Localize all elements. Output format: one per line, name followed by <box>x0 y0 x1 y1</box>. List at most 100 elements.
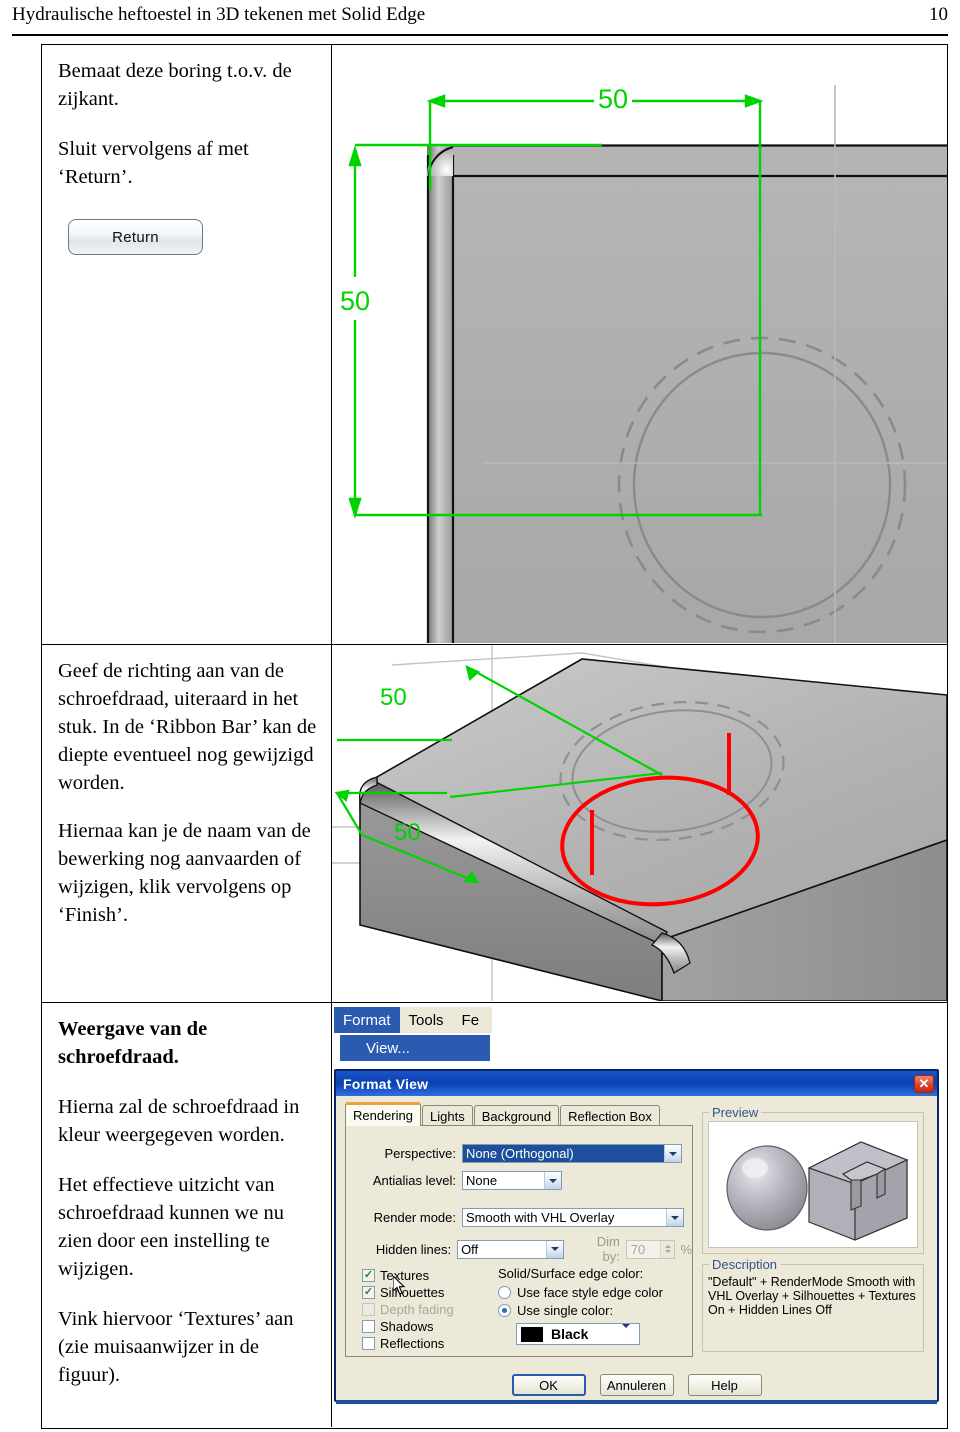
menu-dropdown-format[interactable]: View... <box>340 1035 490 1061</box>
radio-circle-icon <box>498 1304 511 1317</box>
dim-by-spinner[interactable]: 70 <box>625 1239 676 1259</box>
instruction-paragraph: Het effectieve uitzicht van schroefdraad… <box>58 1174 284 1280</box>
radio-label: Use single color: <box>517 1303 614 1318</box>
edge-color-combobox[interactable]: Black <box>516 1323 640 1345</box>
dimension-label-horizontal: 50 <box>598 84 628 114</box>
tab-lights[interactable]: Lights <box>422 1105 473 1126</box>
checkbox-reflections[interactable]: Reflections <box>362 1336 454 1351</box>
top-view-cad-svg: 50 50 <box>340 84 947 643</box>
antialias-value: None <box>466 1173 498 1188</box>
chevron-down-icon[interactable] <box>622 1324 639 1344</box>
rendering-tab-panel: Perspective: None (Orthogonal) Antialias… <box>345 1125 693 1357</box>
table-row: Weergave van de schroefdraad. Hierna zal… <box>42 1003 947 1427</box>
description-text: "Default" + RenderMode Smooth with VHL O… <box>708 1275 916 1317</box>
perspective-combobox[interactable]: None (Orthogonal) <box>462 1144 682 1163</box>
perspective-label: Perspective: <box>384 1146 456 1161</box>
instruction-paragraph: Hierna zal de schroefdraad in kleur weer… <box>58 1096 300 1146</box>
menu-item-format[interactable]: Format <box>334 1007 400 1033</box>
checkbox-label: Shadows <box>380 1319 434 1334</box>
checkbox-box <box>362 1320 375 1333</box>
dim-by-unit: % <box>680 1241 692 1257</box>
hidden-lines-row: Hidden lines: Off Dim by: 70 % <box>352 1234 692 1264</box>
checkmark-icon: ✓ <box>362 1286 375 1299</box>
checkbox-box <box>362 1303 375 1316</box>
checkmark-icon: ✓ <box>362 1269 375 1282</box>
checkbox-shadows[interactable]: Shadows <box>362 1319 454 1334</box>
instruction-paragraph: Bemaat deze boring t.o.v. de zijkant. <box>58 60 292 110</box>
antialias-label: Antialias level: <box>372 1173 456 1188</box>
return-button[interactable]: Return <box>68 219 203 255</box>
preview-group: Preview <box>702 1105 924 1254</box>
preview-render-svg <box>726 1141 909 1241</box>
spinner-arrows-icon[interactable] <box>660 1240 675 1258</box>
instruction-cell-3: Weergave van de schroefdraad. Hierna zal… <box>42 1003 332 1427</box>
radio-use-single-color[interactable]: Use single color: <box>498 1303 688 1318</box>
preview-panel <box>708 1121 918 1248</box>
checkbox-box <box>362 1337 375 1350</box>
format-view-dialog: Format View ✕ Rendering Lights Backgroun… <box>334 1069 939 1404</box>
application-menubar: Format Tools Fe <box>334 1007 493 1033</box>
running-header: Hydraulische heftoestel in 3D tekenen me… <box>12 2 948 36</box>
menu-item-tools[interactable]: Tools <box>400 1007 453 1033</box>
header-title: Hydraulische heftoestel in 3D tekenen me… <box>12 4 426 25</box>
content-table: Bemaat deze boring t.o.v. de zijkant. Sl… <box>41 44 948 1429</box>
figure-cell-isometric: 50 50 <box>332 645 947 1002</box>
ok-button[interactable]: OK <box>511 1374 586 1396</box>
instruction-paragraph: Vink hiervoor ‘Textures’ aan (zie muisaa… <box>58 1308 294 1386</box>
dim-by-label: Dim by: <box>596 1234 620 1264</box>
mouse-cursor-icon <box>393 1276 406 1295</box>
radio-circle-icon <box>498 1286 511 1299</box>
checkbox-silhouettes[interactable]: ✓ Silhouettes <box>362 1285 454 1300</box>
preview-label: Preview <box>709 1105 762 1120</box>
instruction-paragraph: Geef de richting aan van de schroefdraad… <box>58 660 317 794</box>
table-row: Bemaat deze boring t.o.v. de zijkant. Sl… <box>42 45 947 645</box>
isometric-cad: 50 50 <box>332 645 947 1002</box>
checkbox-depth-fading: Depth fading <box>362 1302 454 1317</box>
render-mode-row: Render mode: Smooth with VHL Overlay <box>352 1208 684 1227</box>
isometric-cad-svg: 50 50 <box>332 645 947 1002</box>
tab-background[interactable]: Background <box>473 1105 560 1126</box>
chevron-down-icon[interactable] <box>545 1240 563 1258</box>
hidden-lines-combobox[interactable]: Off <box>457 1239 564 1259</box>
render-mode-combobox[interactable]: Smooth with VHL Overlay <box>462 1208 684 1227</box>
color-name: Black <box>551 1326 589 1342</box>
close-icon[interactable]: ✕ <box>914 1074 934 1093</box>
tab-rendering[interactable]: Rendering <box>345 1102 421 1126</box>
instruction-cell-2: Geef de richting aan van de schroefdraad… <box>42 645 332 1002</box>
instruction-paragraph: Hiernaa kan je de naam van de bewerking … <box>58 820 311 926</box>
render-mode-value: Smooth with VHL Overlay <box>466 1210 615 1225</box>
hidden-lines-label: Hidden lines: <box>375 1241 452 1257</box>
table-row: Geef de richting aan van de schroefdraad… <box>42 645 947 1003</box>
dimension-label-1: 50 <box>380 684 407 711</box>
radio-use-face-style-edge-color[interactable]: Use face style edge color <box>498 1285 688 1300</box>
render-options-checkbox-group: ✓ Textures ✓ Silhouettes Depth fading Sh… <box>362 1268 454 1353</box>
cancel-button[interactable]: Annuleren <box>599 1374 674 1396</box>
antialias-combobox[interactable]: None <box>462 1171 562 1190</box>
antialias-row: Antialias level: None <box>352 1171 684 1190</box>
description-label: Description <box>709 1257 781 1272</box>
instruction-paragraph: Sluit vervolgens af met ‘Return’. <box>58 138 249 188</box>
instruction-cell-1: Bemaat deze boring t.o.v. de zijkant. Sl… <box>42 45 332 644</box>
tab-reflection-box[interactable]: Reflection Box <box>560 1105 660 1126</box>
checkbox-textures[interactable]: ✓ Textures <box>362 1268 454 1283</box>
checkbox-label: Reflections <box>380 1336 445 1351</box>
chevron-down-icon[interactable] <box>664 1145 681 1162</box>
dim-by-value: 70 <box>630 1241 646 1257</box>
chevron-down-icon[interactable] <box>544 1172 561 1189</box>
format-view-screenshot: Format Tools Fe View... Format View ✕ Re… <box>332 1003 947 1427</box>
perspective-row: Perspective: None (Orthogonal) <box>352 1144 684 1163</box>
hidden-lines-value: Off <box>461 1241 479 1257</box>
menu-dropdown-item-view[interactable]: View... <box>340 1040 410 1057</box>
dialog-tabstrip: Rendering Lights Background Reflection B… <box>345 1102 661 1126</box>
dialog-titlebar[interactable]: Format View ✕ <box>336 1071 937 1096</box>
figure-cell-dialog: Format Tools Fe View... Format View ✕ Re… <box>332 1003 947 1427</box>
help-button[interactable]: Help <box>687 1374 762 1396</box>
figure-cell-top-view: 50 50 <box>332 45 947 644</box>
menu-item-features[interactable]: Fe <box>453 1007 489 1033</box>
chevron-down-icon[interactable] <box>666 1209 683 1226</box>
edge-color-title: Solid/Surface edge color: <box>498 1266 644 1281</box>
document-page: Hydraulische heftoestel in 3D tekenen me… <box>0 0 960 1432</box>
perspective-value: None (Orthogonal) <box>463 1145 664 1162</box>
checkbox-label: Depth fading <box>380 1302 454 1317</box>
dimension-label-2: 50 <box>394 819 421 846</box>
